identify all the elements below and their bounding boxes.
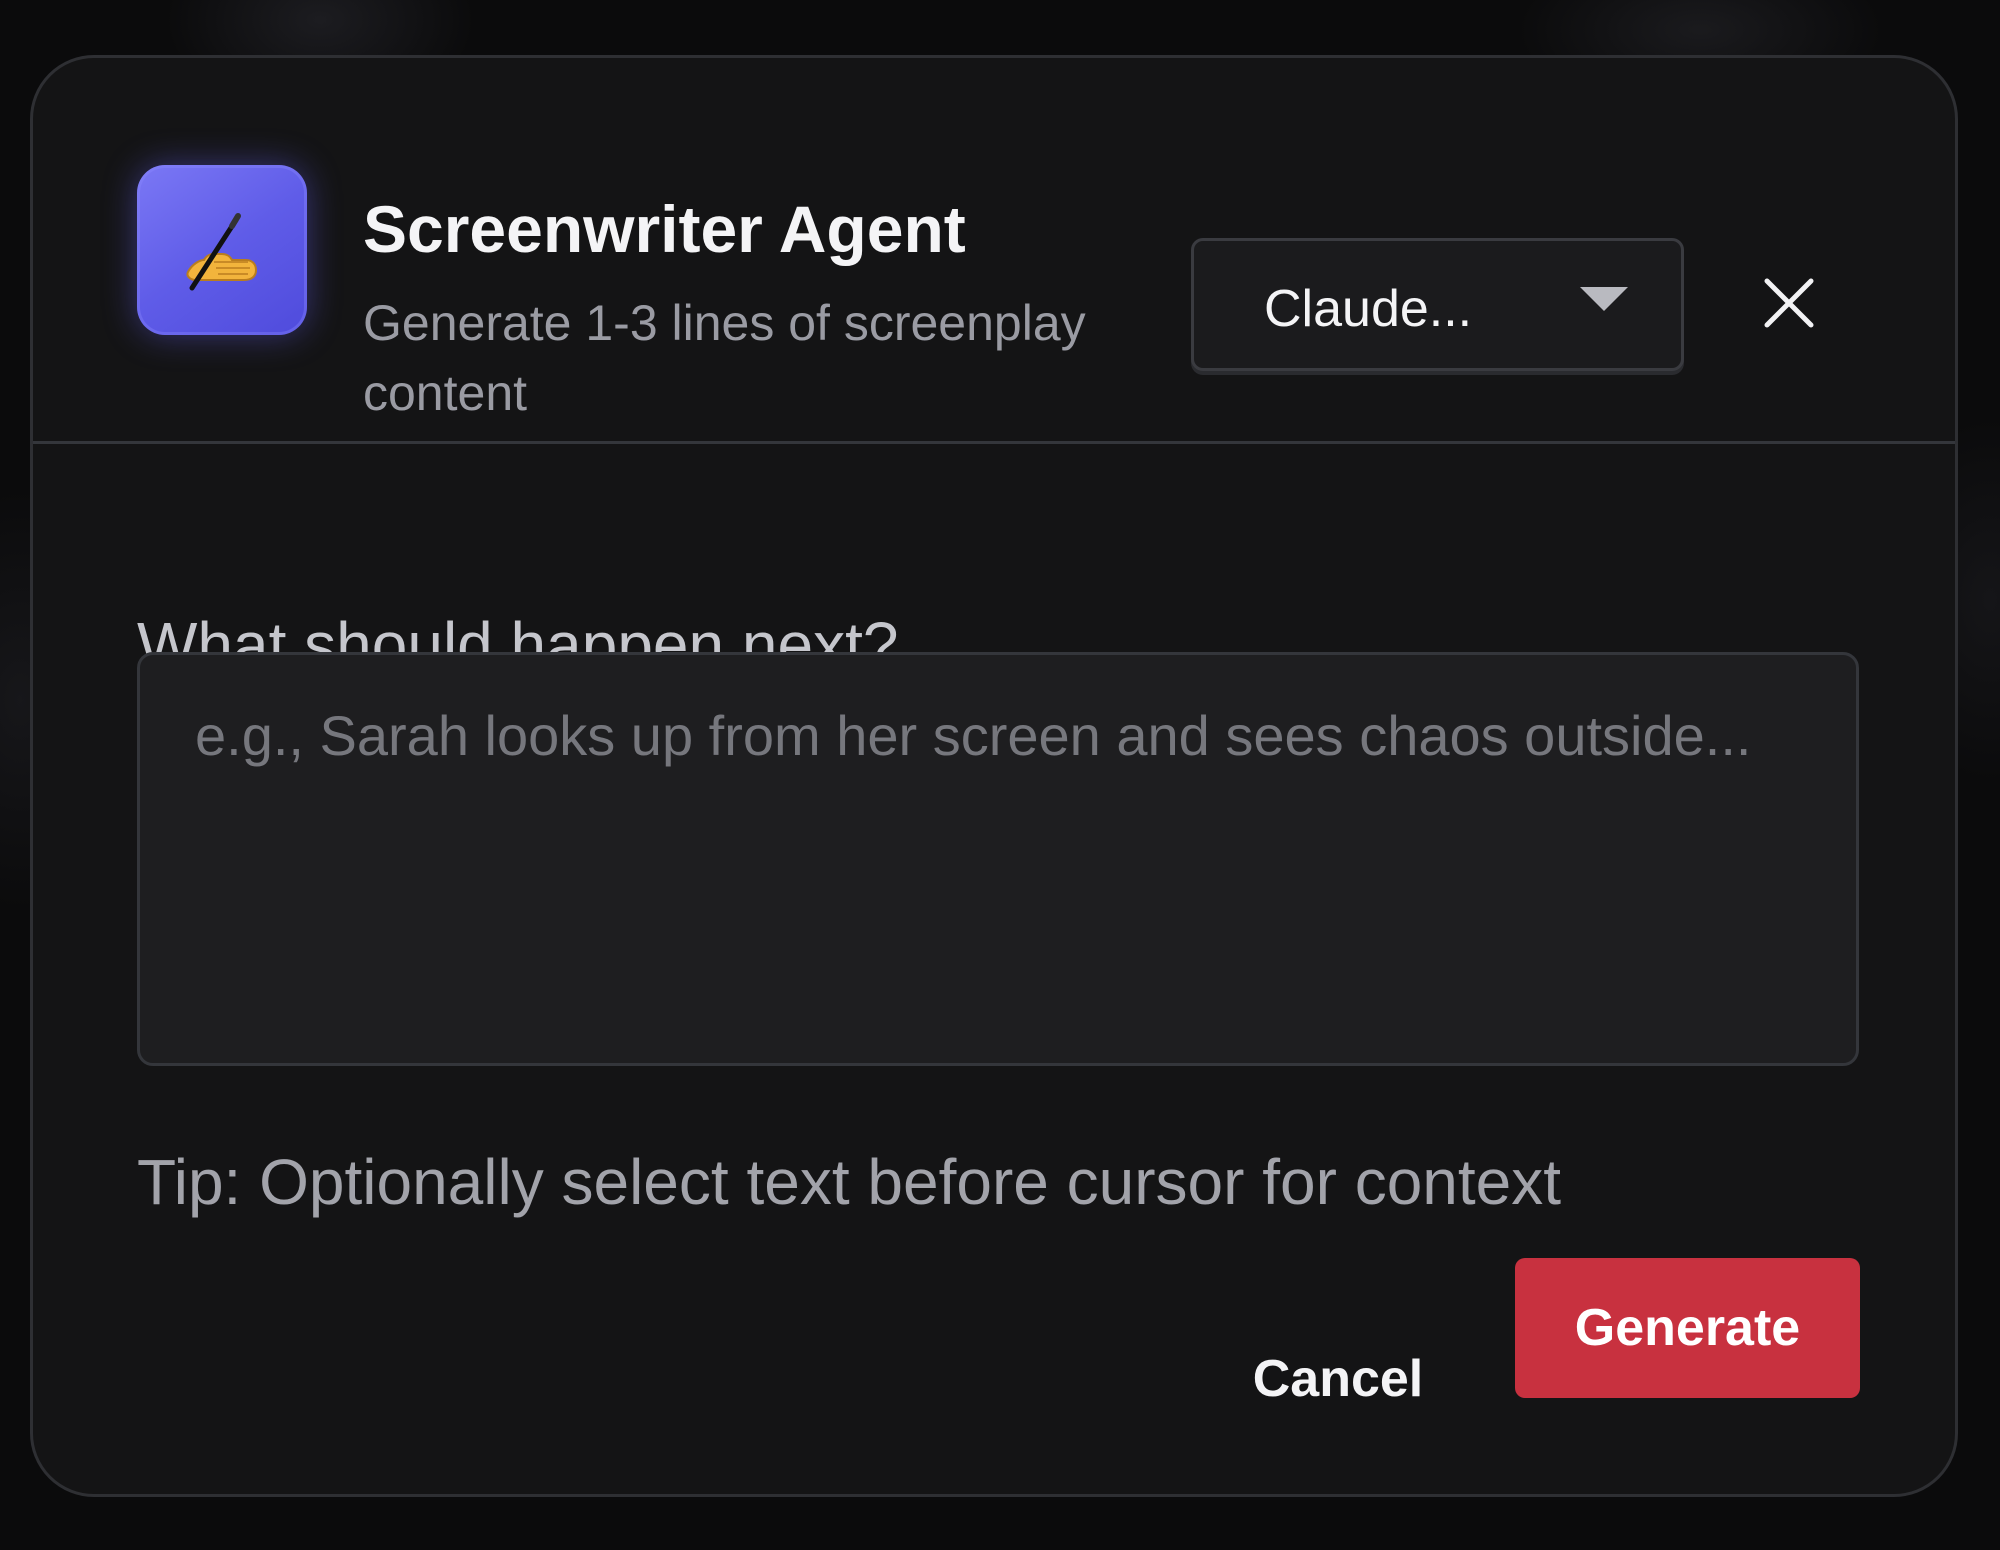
chevron-down-icon [1580, 287, 1628, 311]
screenwriter-agent-dialog: Screenwriter Agent Generate 1-3 lines of… [30, 55, 1958, 1497]
close-icon [1764, 278, 1814, 328]
close-button[interactable] [1739, 253, 1839, 353]
writing-hand-glyph [186, 213, 258, 291]
dialog-title: Screenwriter Agent [363, 192, 966, 266]
dialog-subtitle: Generate 1-3 lines of screenplay content [363, 295, 1086, 421]
model-select-value: Claude... [1264, 280, 1473, 338]
cancel-button[interactable]: Cancel [1228, 1311, 1448, 1447]
prompt-input[interactable] [137, 652, 1859, 1066]
tip-text: Tip: Optionally select text before curso… [137, 1146, 1562, 1218]
model-select-dropdown[interactable]: Claude... [1191, 238, 1684, 371]
generate-button[interactable]: Generate [1515, 1258, 1860, 1398]
dialog-header: Screenwriter Agent Generate 1-3 lines of… [33, 58, 1955, 444]
writing-hand-icon [137, 165, 307, 335]
